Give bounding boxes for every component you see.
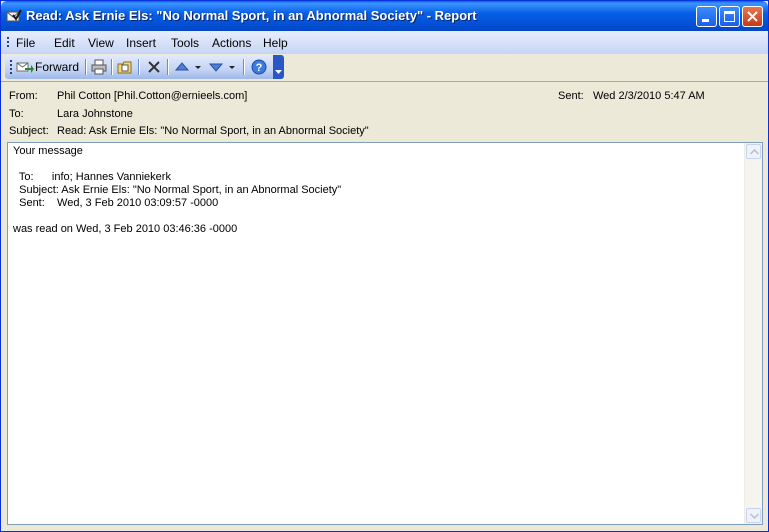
subject-label: Subject: xyxy=(9,125,49,137)
from-value[interactable]: Phil Cotton [Phil.Cotton@ernieels.com] xyxy=(57,90,247,102)
body-line: Subject: Ask Ernie Els: "No Normal Sport… xyxy=(13,184,342,196)
minimize-button[interactable] xyxy=(696,6,717,27)
move-to-folder-icon xyxy=(117,61,132,74)
envelope-check-icon xyxy=(6,9,22,22)
scroll-up-button[interactable] xyxy=(746,144,761,159)
to-value[interactable]: Lara Johnstone xyxy=(57,108,133,120)
menu-actions[interactable]: Actions xyxy=(212,36,251,50)
next-item-button[interactable] xyxy=(207,58,239,76)
menu-tools[interactable]: Tools xyxy=(171,36,199,50)
vertical-scrollbar[interactable] xyxy=(744,143,762,524)
delete-x-icon xyxy=(148,61,160,73)
toolbar-grip[interactable] xyxy=(10,60,12,74)
scroll-up-arrow-icon xyxy=(750,149,759,155)
menu-insert[interactable]: Insert xyxy=(126,36,156,50)
maximize-button[interactable] xyxy=(719,6,740,27)
close-button[interactable] xyxy=(742,6,763,27)
toolbar-separator xyxy=(243,59,245,75)
toolbar-separator xyxy=(138,59,140,75)
from-label: From: xyxy=(9,90,38,102)
menu-edit[interactable]: Edit xyxy=(54,36,75,50)
menubar-grip[interactable] xyxy=(7,37,9,49)
forward-button[interactable]: Forward xyxy=(16,58,82,76)
printer-icon xyxy=(91,59,107,75)
menu-view[interactable]: View xyxy=(88,36,114,50)
toolbar-options-button[interactable] xyxy=(273,55,284,79)
toolbar-separator xyxy=(85,59,87,75)
menu-file[interactable]: File xyxy=(16,36,35,50)
minimize-icon xyxy=(702,19,709,22)
menu-help[interactable]: Help xyxy=(263,36,288,50)
subject-value: Read: Ask Ernie Els: "No Normal Sport, i… xyxy=(57,125,369,137)
forward-label: Forward xyxy=(35,60,80,74)
to-label: To: xyxy=(9,108,24,120)
svg-text:?: ? xyxy=(256,62,263,74)
maximize-icon xyxy=(724,11,735,22)
forward-icon xyxy=(16,62,34,73)
move-to-folder-button[interactable] xyxy=(116,58,134,76)
previous-item-button[interactable] xyxy=(173,58,205,76)
delete-button[interactable] xyxy=(145,58,163,76)
toolbar-separator xyxy=(167,59,169,75)
print-button[interactable] xyxy=(90,58,108,76)
sent-value: Wed 2/3/2010 5:47 AM xyxy=(593,90,705,102)
window-title: Read: Ask Ernie Els: "No Normal Sport, i… xyxy=(26,8,477,23)
up-arrow-icon xyxy=(174,62,201,71)
message-body[interactable]: Your message To: info; Hannes Vanniekerk… xyxy=(7,142,763,525)
help-button[interactable]: ? xyxy=(250,58,268,76)
title-bar[interactable]: Read: Ask Ernie Els: "No Normal Sport, i… xyxy=(1,1,768,31)
standard-toolbar: Forward ? xyxy=(5,55,283,79)
report-window: Read: Ask Ernie Els: "No Normal Sport, i… xyxy=(0,0,769,532)
scroll-down-button[interactable] xyxy=(746,508,761,523)
sent-label: Sent: xyxy=(558,90,584,102)
body-line: Your message xyxy=(13,145,83,157)
chevron-down-icon xyxy=(275,70,282,74)
body-line: Sent: Wed, 3 Feb 2010 03:09:57 -0000 xyxy=(13,197,219,209)
menu-bar: File Edit View Insert Tools Actions Help xyxy=(1,31,768,54)
body-line: To: info; Hannes Vanniekerk xyxy=(13,171,171,183)
close-icon xyxy=(747,11,758,22)
message-header: From: Phil Cotton [Phil.Cotton@ernieels.… xyxy=(1,81,768,142)
help-question-icon: ? xyxy=(251,59,267,75)
down-arrow-icon xyxy=(208,63,235,72)
body-line: was read on Wed, 3 Feb 2010 03:46:36 -00… xyxy=(13,223,238,235)
toolbar-separator xyxy=(111,59,113,75)
scroll-down-arrow-icon xyxy=(750,513,759,519)
